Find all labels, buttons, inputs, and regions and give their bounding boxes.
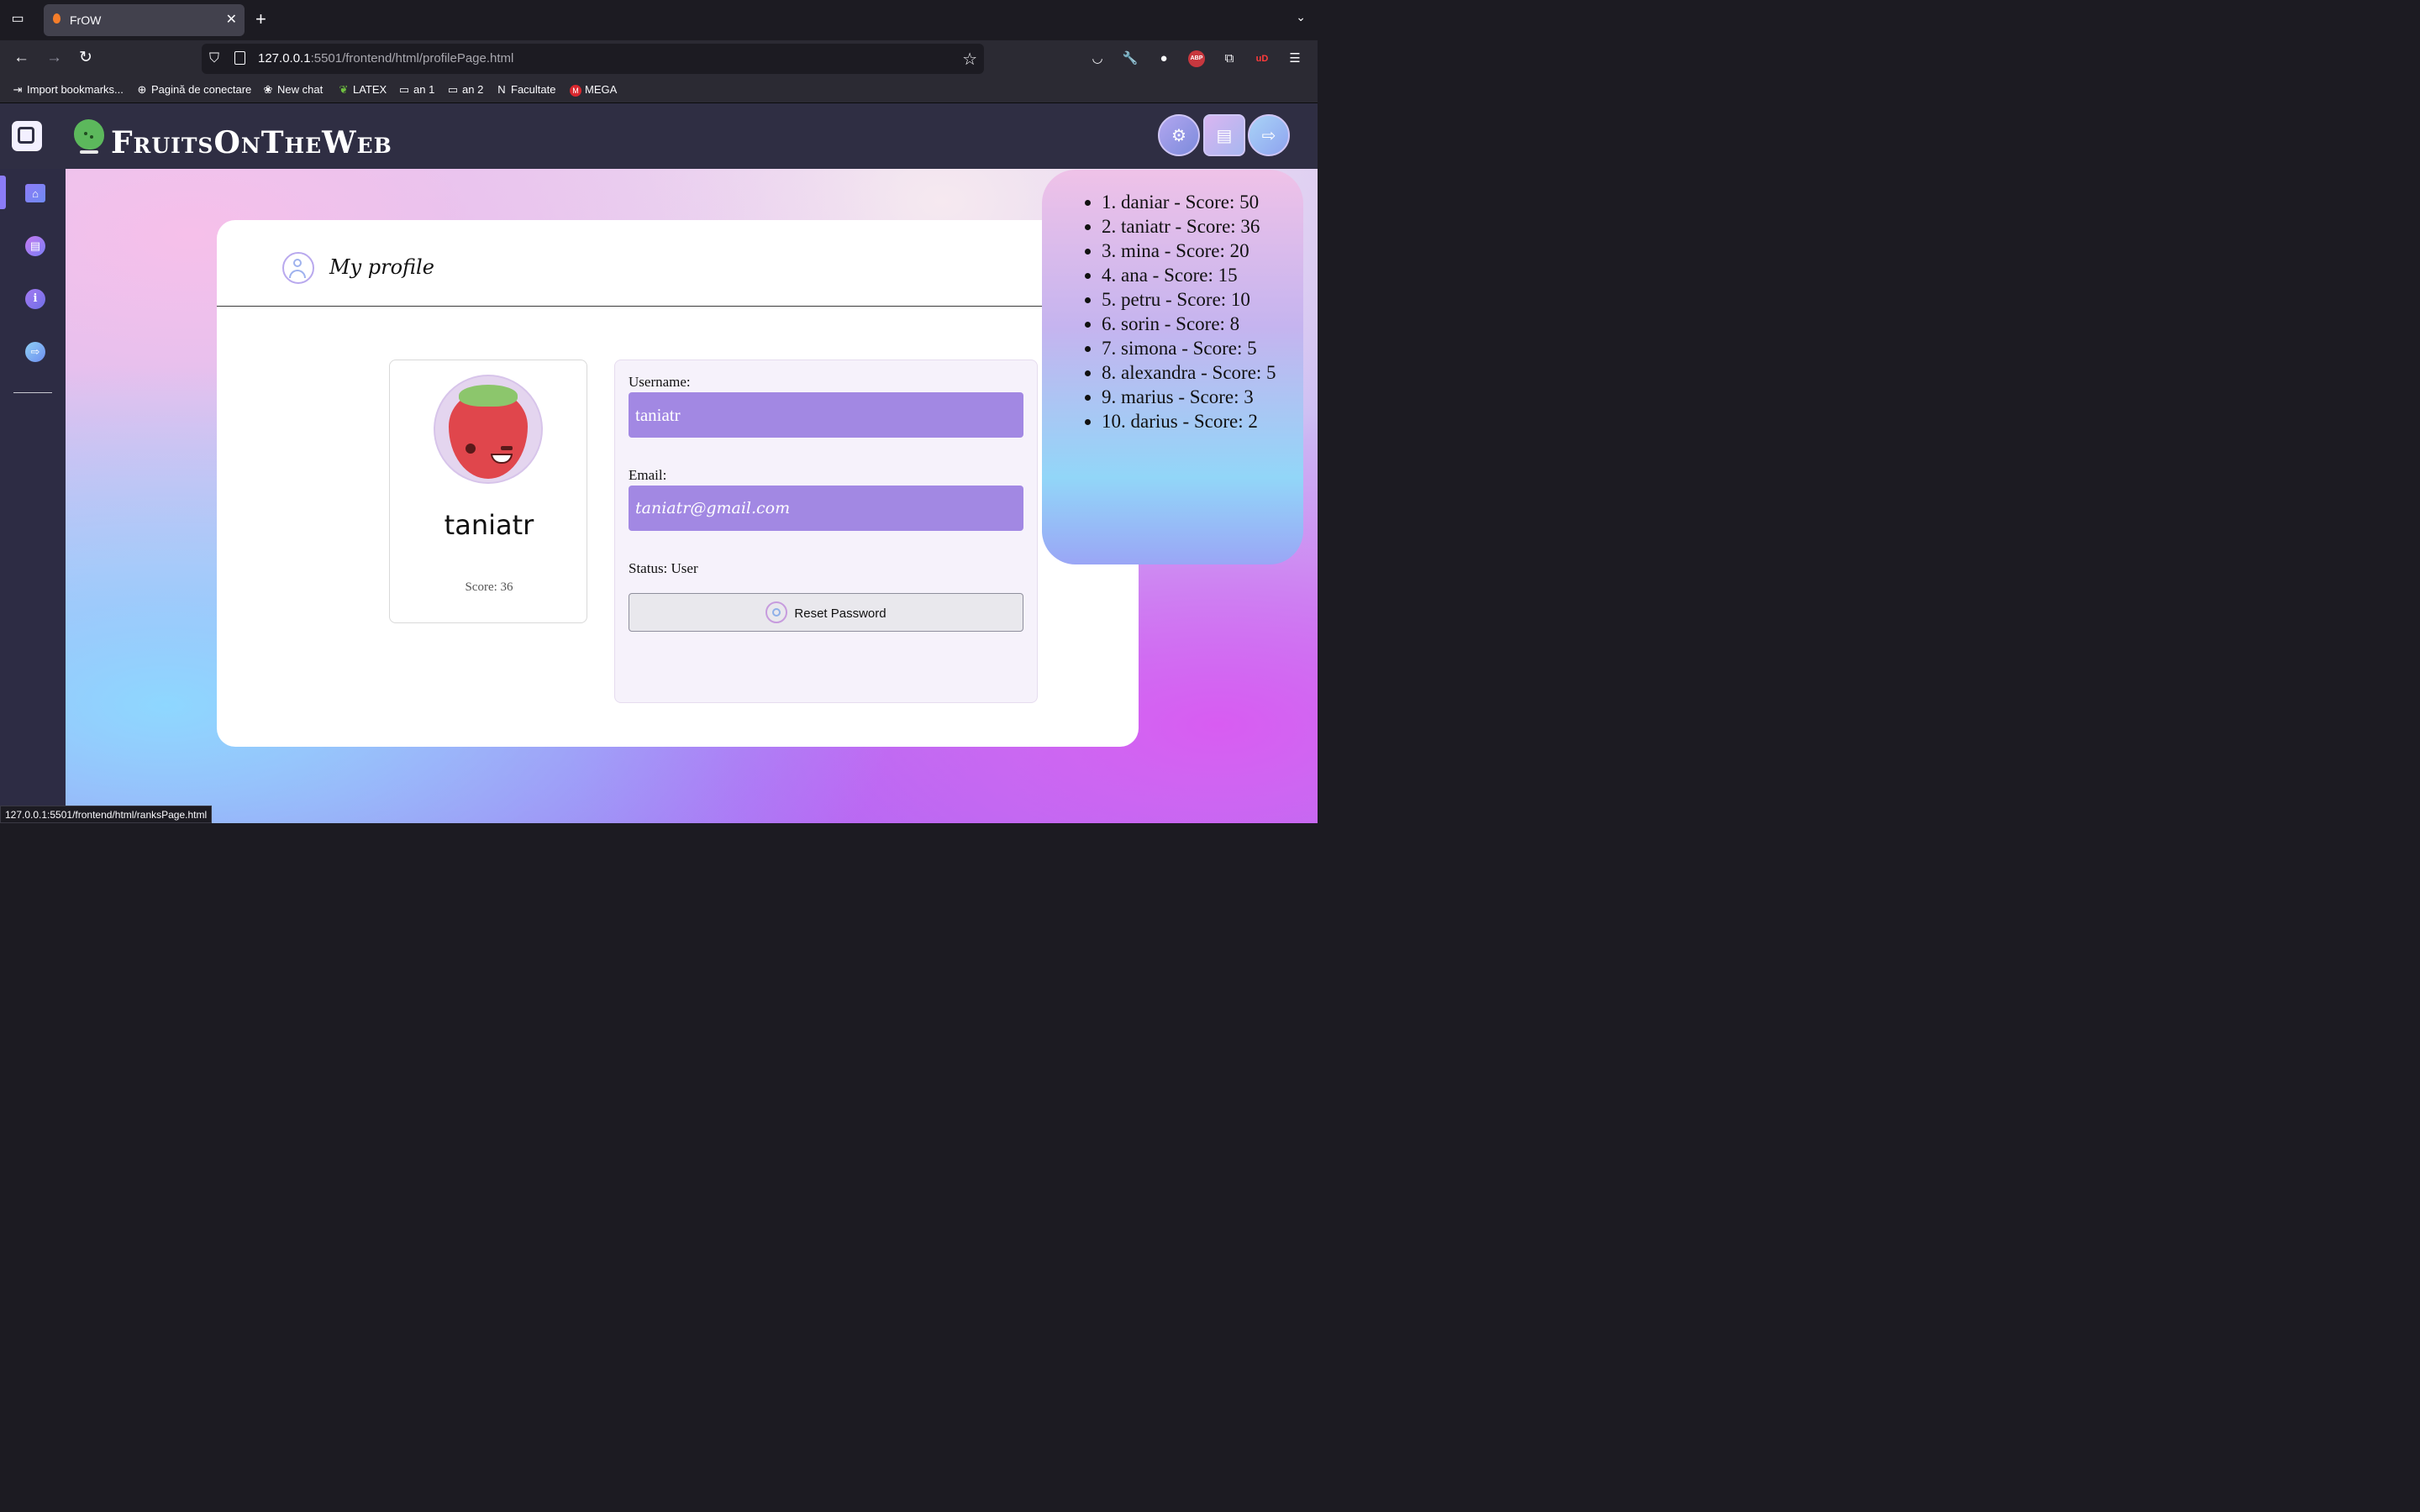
extensions-icon[interactable]: ⧉ [1221,50,1238,67]
info-icon[interactable]: i [25,289,45,309]
globe-icon: ⊕ [137,83,147,96]
profile-card: My profile taniatr Score: 36 Username: t… [217,220,1139,747]
reset-password-button[interactable]: Reset Password [629,593,1023,632]
leaderboard-panel: 1. daniar - Score: 50 2. taniatr - Score… [1042,170,1303,564]
status-text: Status: User [629,560,698,576]
home-icon[interactable]: ⌂ [25,184,45,202]
sidebar: ⌂ ▤ i ⇨ [0,169,66,823]
contact-card-icon: ▤ [1216,127,1233,145]
bookmark-star-icon[interactable]: ☆ [962,49,977,70]
bookmark-mega[interactable]: M MEGA [570,83,617,97]
username-label: Username: [629,374,691,390]
user-score: Score: 36 [465,580,513,594]
browser-tab-bar: ▭ FrOW ✕ + ⌄ [0,0,1318,40]
leaderboard-item: 1. daniar - Score: 50 [1102,190,1276,214]
leaves-icon [459,385,518,407]
page-title: My profile [329,255,434,279]
bookmark-login-page[interactable]: ⊕ Pagină de conectare [136,83,252,97]
pocket-icon[interactable]: ◡ [1089,50,1106,67]
password-gear-icon [765,601,788,623]
folder-icon: ▭ [447,83,459,96]
avatar-username: taniatr [444,509,534,541]
bookmark-new-chat[interactable]: ❀ New chat [262,83,324,97]
browser-tab[interactable]: FrOW ✕ [44,4,245,36]
import-icon: ⇥ [13,83,23,96]
leaderboard-item: 9. marius - Score: 3 [1102,385,1276,409]
chatgpt-icon: ❀ [263,83,273,96]
leaderboard-item: 3. mina - Score: 20 [1102,239,1276,263]
leaderboard-item: 7. simona - Score: 5 [1102,336,1276,360]
forward-icon[interactable]: → [46,49,62,67]
brand-title: FruitsOnTheWeb [111,125,392,160]
app-logo-icon[interactable] [12,121,42,151]
back-icon[interactable]: ← [13,49,29,67]
leaderboard-item: 8. alexandra - Score: 5 [1102,360,1276,385]
bookmark-facultate[interactable]: N Facultate [496,83,555,96]
leaderboard-item: 10. darius - Score: 2 [1102,409,1276,433]
ublock-icon[interactable]: uD [1254,50,1270,67]
web-page: FruitsOnTheWeb ⚙ ▤ ⇨ ⌂ ▤ i ⇨ My profile [0,103,1318,823]
mega-icon: M [570,85,581,97]
notion-icon: N [497,83,506,96]
leaderboard-item: 2. taniatr - Score: 36 [1102,214,1276,239]
profile-form: Username: Email: Status: User Reset Pass… [614,360,1038,703]
tab-favicon-icon [53,13,60,24]
chevron-down-icon[interactable]: ⌄ [1296,10,1306,24]
browser-nav-bar: ← → ↻ ⛉ 127.0.0.1:5501/frontend/html/pro… [0,40,1318,77]
gear-icon: ⚙ [1171,127,1186,145]
avatar-panel: taniatr Score: 36 [389,360,587,623]
sidebar-divider [13,392,52,393]
app-header: FruitsOnTheWeb ⚙ ▤ ⇨ [0,103,1318,169]
url-bar[interactable]: ⛉ 127.0.0.1:5501/frontend/html/profilePa… [202,44,984,74]
leaderboard-list: 1. daniar - Score: 50 2. taniatr - Score… [1042,190,1276,433]
settings-button[interactable]: ⚙ [1158,114,1200,156]
leaf-icon: ❦ [339,83,349,96]
username-field[interactable] [629,392,1023,438]
link-status-tooltip: 127.0.0.1:5501/frontend/html/ranksPage.h… [0,806,213,823]
close-tab-icon[interactable]: ✕ [226,11,237,28]
bookmark-folder-an2[interactable]: ▭ an 2 [447,83,483,97]
bookmark-folder-an1[interactable]: ▭ an 1 [398,83,434,97]
page-icon [234,51,245,65]
folder-icon: ▭ [398,83,410,96]
avatar [434,375,543,484]
exit-icon[interactable]: ⇨ [25,342,45,362]
leaderboard-item: 4. ana - Score: 15 [1102,263,1276,287]
bookmark-latex[interactable]: ❦ LATEX [338,83,387,97]
leaderboard-item: 6. sorin - Score: 8 [1102,312,1276,336]
adblock-plus-icon[interactable]: ABP [1188,50,1205,67]
shield-icon[interactable]: ⛉ [209,51,219,66]
menu-icon[interactable]: ☰ [1286,50,1303,67]
apple-logo-icon [74,119,104,154]
profile-card-button[interactable]: ▤ [1203,114,1245,156]
new-tab-icon[interactable]: + [255,8,266,30]
reload-icon[interactable]: ↻ [79,49,92,67]
user-icon [282,252,314,284]
wrench-icon[interactable]: 🔧 [1122,50,1139,67]
tab-list-icon[interactable]: ▭ [8,10,27,29]
email-label: Email: [629,467,667,483]
url-text[interactable]: 127.0.0.1:5501/frontend/html/profilePage… [258,51,513,66]
reset-password-label: Reset Password [794,606,886,621]
leaderboard-item: 5. petru - Score: 10 [1102,287,1276,312]
account-icon[interactable]: ● [1155,50,1172,67]
email-field[interactable] [629,486,1023,531]
book-icon[interactable]: ▤ [25,236,45,256]
bookmarks-bar: ⇥ Import bookmarks... ⊕ Pagină de conectar… [0,77,1318,103]
tab-title: FrOW [70,13,102,27]
sidebar-active-indicator [0,176,6,209]
logout-button[interactable]: ⇨ [1248,114,1290,156]
logout-icon: ⇨ [1261,127,1276,145]
bookmark-import[interactable]: ⇥ Import bookmarks... [12,83,124,97]
profile-card-header: My profile [217,220,1139,307]
